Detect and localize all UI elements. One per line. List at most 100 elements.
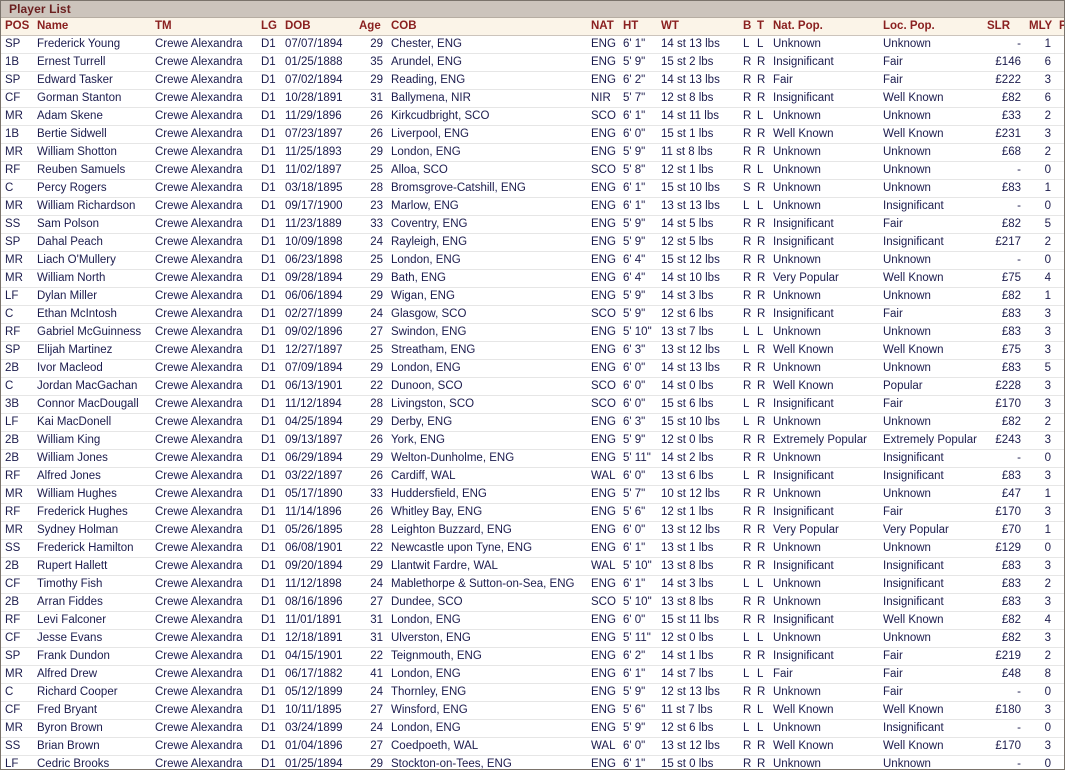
cell-t: R bbox=[753, 305, 769, 324]
table-row[interactable]: MR Alfred Drew Crewe Alexandra D1 06/17/1882… bbox=[1, 665, 1064, 684]
cell-slr: £47 bbox=[983, 485, 1025, 504]
table-row[interactable]: MR Liach O'Mullery Crewe Alexandra D1 06/23/… bbox=[1, 251, 1064, 270]
cell-tm: Crewe Alexandra bbox=[151, 107, 257, 126]
cell-natpop: Unknown bbox=[769, 449, 879, 468]
table-row[interactable]: CF Gorman Stanton Crewe Alexandra D1 10/28/1… bbox=[1, 89, 1064, 108]
cell-slr: £83 bbox=[983, 467, 1025, 486]
cell-name: Reuben Samuels bbox=[33, 161, 151, 180]
cell-nat: ENG bbox=[587, 611, 619, 630]
table-row[interactable]: MR William Hughes Crewe Alexandra D1 05/17/1… bbox=[1, 485, 1064, 504]
table-row[interactable]: SP Frederick Young Crewe Alexandra D1 07/07/… bbox=[1, 35, 1064, 54]
table-row[interactable]: RF Levi Falconer Crewe Alexandra D1 11/01/18… bbox=[1, 611, 1064, 630]
cell-wt: 14 st 3 lbs bbox=[657, 287, 739, 306]
table-row[interactable]: C Richard Cooper Crewe Alexandra D1 05/12/18… bbox=[1, 683, 1064, 702]
cell-age: 27 bbox=[355, 593, 387, 612]
cell-dob: 03/18/1895 bbox=[281, 179, 355, 198]
column-header-slr[interactable]: SLR bbox=[983, 18, 1025, 36]
cell-cob: London, ENG bbox=[387, 665, 587, 684]
table-row[interactable]: MR Adam Skene Crewe Alexandra D1 11/29/1896 2… bbox=[1, 107, 1064, 126]
cell-pos: MR bbox=[1, 269, 33, 288]
column-header-wt[interactable]: WT bbox=[657, 18, 739, 36]
cell-cob: London, ENG bbox=[387, 611, 587, 630]
table-row[interactable]: SP Dahal Peach Crewe Alexandra D1 10/09/1898… bbox=[1, 233, 1064, 252]
cell-tm: Crewe Alexandra bbox=[151, 287, 257, 306]
cell-proy: 8 bbox=[1055, 413, 1064, 432]
table-row[interactable]: LF Kai MacDonell Crewe Alexandra D1 04/25/18… bbox=[1, 413, 1064, 432]
column-header-dob[interactable]: DOB bbox=[281, 18, 355, 36]
cell-wt: 14 st 2 lbs bbox=[657, 449, 739, 468]
cell-wt: 12 st 1 lbs bbox=[657, 503, 739, 522]
player-list-scroll-area[interactable]: POS Name TM LG DOB Age COB NAT HT WT B T Nat. Pop. Lo… bbox=[1, 18, 1064, 769]
column-header-mly[interactable]: MLY bbox=[1025, 18, 1055, 36]
table-row[interactable]: C Jordan MacGachan Crewe Alexandra D1 06/13/… bbox=[1, 377, 1064, 396]
cell-locpop: Unknown bbox=[879, 107, 983, 126]
cell-locpop: Insignificant bbox=[879, 467, 983, 486]
cell-natpop: Insignificant bbox=[769, 557, 879, 576]
column-header-locpop[interactable]: Loc. Pop. bbox=[879, 18, 983, 36]
table-row[interactable]: 2B William Jones Crewe Alexandra D1 06/29/18… bbox=[1, 449, 1064, 468]
column-header-tm[interactable]: TM bbox=[151, 18, 257, 36]
cell-pos: C bbox=[1, 179, 33, 198]
cell-wt: 14 st 10 lbs bbox=[657, 269, 739, 288]
table-row[interactable]: 2B William King Crewe Alexandra D1 09/13/189… bbox=[1, 431, 1064, 450]
table-row[interactable]: LF Dylan Miller Crewe Alexandra D1 06/06/189… bbox=[1, 287, 1064, 306]
column-header-t[interactable]: T bbox=[753, 18, 769, 36]
cell-age: 29 bbox=[355, 143, 387, 162]
cell-ht: 6' 4" bbox=[619, 251, 657, 270]
column-header-nat[interactable]: NAT bbox=[587, 18, 619, 36]
cell-tm: Crewe Alexandra bbox=[151, 395, 257, 414]
column-header-proy[interactable]: PROY bbox=[1055, 18, 1064, 36]
column-header-natpop[interactable]: Nat. Pop. bbox=[769, 18, 879, 36]
table-row[interactable]: CF Timothy Fish Crewe Alexandra D1 11/12/189… bbox=[1, 575, 1064, 594]
cell-pos: 1B bbox=[1, 53, 33, 72]
table-row[interactable]: 1B Ernest Turrell Crewe Alexandra D1 01/25/1… bbox=[1, 53, 1064, 72]
column-header-age[interactable]: Age bbox=[355, 18, 387, 36]
cell-mly: 0 bbox=[1025, 719, 1055, 738]
column-header-b[interactable]: B bbox=[739, 18, 753, 36]
table-row[interactable]: MR William Richardson Crewe Alexandra D1 09/… bbox=[1, 197, 1064, 216]
cell-pos: LF bbox=[1, 413, 33, 432]
table-row[interactable]: SS Brian Brown Crewe Alexandra D1 01/04/1896… bbox=[1, 737, 1064, 756]
column-header-pos[interactable]: POS bbox=[1, 18, 33, 36]
table-row[interactable]: SS Frederick Hamilton Crewe Alexandra D1 06/… bbox=[1, 539, 1064, 558]
cell-pos: LF bbox=[1, 287, 33, 306]
cell-age: 41 bbox=[355, 665, 387, 684]
column-header-name[interactable]: Name bbox=[33, 18, 151, 36]
table-row[interactable]: SS Sam Polson Crewe Alexandra D1 11/23/1889 3… bbox=[1, 215, 1064, 234]
table-row[interactable]: CF Fred Bryant Crewe Alexandra D1 10/11/1895… bbox=[1, 701, 1064, 720]
table-row[interactable]: 2B Rupert Hallett Crewe Alexandra D1 09/20/1… bbox=[1, 557, 1064, 576]
table-row[interactable]: MR Byron Brown Crewe Alexandra D1 03/24/1899… bbox=[1, 719, 1064, 738]
cell-wt: 12 st 6 lbs bbox=[657, 305, 739, 324]
column-header-ht[interactable]: HT bbox=[619, 18, 657, 36]
cell-lg: D1 bbox=[257, 161, 281, 180]
table-row[interactable]: MR William North Crewe Alexandra D1 09/28/18… bbox=[1, 269, 1064, 288]
cell-cob: Chester, ENG bbox=[387, 35, 587, 54]
table-row[interactable]: SP Frank Dundon Crewe Alexandra D1 04/15/190… bbox=[1, 647, 1064, 666]
table-row[interactable]: 3B Connor MacDougall Crewe Alexandra D1 11/1… bbox=[1, 395, 1064, 414]
column-header-lg[interactable]: LG bbox=[257, 18, 281, 36]
table-row[interactable]: SP Edward Tasker Crewe Alexandra D1 07/02/18… bbox=[1, 71, 1064, 90]
table-row[interactable]: 2B Ivor Macleod Crewe Alexandra D1 07/09/189… bbox=[1, 359, 1064, 378]
table-row[interactable]: C Ethan McIntosh Crewe Alexandra D1 02/27/18… bbox=[1, 305, 1064, 324]
cell-tm: Crewe Alexandra bbox=[151, 611, 257, 630]
table-row[interactable]: C Percy Rogers Crewe Alexandra D1 03/18/1895… bbox=[1, 179, 1064, 198]
cell-cob: Rayleigh, ENG bbox=[387, 233, 587, 252]
table-row[interactable]: LF Cedric Brooks Crewe Alexandra D1 01/25/18… bbox=[1, 755, 1064, 769]
table-row[interactable]: MR Sydney Holman Crewe Alexandra D1 05/26/18… bbox=[1, 521, 1064, 540]
cell-cob: Cardiff, WAL bbox=[387, 467, 587, 486]
cell-natpop: Insignificant bbox=[769, 305, 879, 324]
cell-pos: SP bbox=[1, 233, 33, 252]
cell-slr: - bbox=[983, 197, 1025, 216]
table-row[interactable]: RF Frederick Hughes Crewe Alexandra D1 11/14… bbox=[1, 503, 1064, 522]
table-row[interactable]: 1B Bertie Sidwell Crewe Alexandra D1 07/23/1… bbox=[1, 125, 1064, 144]
table-row[interactable]: RF Reuben Samuels Crewe Alexandra D1 11/02/1… bbox=[1, 161, 1064, 180]
table-row[interactable]: RF Gabriel McGuinness Crewe Alexandra D1 09/… bbox=[1, 323, 1064, 342]
table-row[interactable]: CF Jesse Evans Crewe Alexandra D1 12/18/1891… bbox=[1, 629, 1064, 648]
table-row[interactable]: SP Elijah Martinez Crewe Alexandra D1 12/27/… bbox=[1, 341, 1064, 360]
cell-locpop: Fair bbox=[879, 683, 983, 702]
table-row[interactable]: MR William Shotton Crewe Alexandra D1 11/25/… bbox=[1, 143, 1064, 162]
column-header-cob[interactable]: COB bbox=[387, 18, 587, 36]
cell-age: 22 bbox=[355, 377, 387, 396]
table-row[interactable]: RF Alfred Jones Crewe Alexandra D1 03/22/189… bbox=[1, 467, 1064, 486]
table-row[interactable]: 2B Arran Fiddes Crewe Alexandra D1 08/16/189… bbox=[1, 593, 1064, 612]
